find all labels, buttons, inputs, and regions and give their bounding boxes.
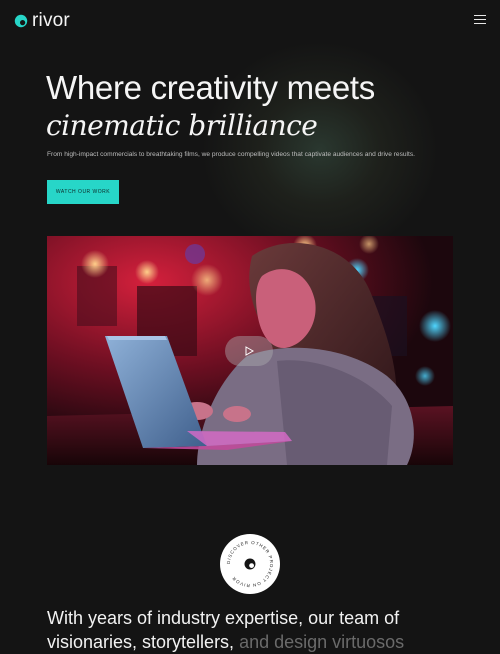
rivor-logo-icon — [14, 14, 28, 28]
about-text-muted: and design virtuosos — [234, 632, 405, 652]
site-header: rivor — [0, 0, 500, 42]
about-text-line-2: visionaries, storytellers, — [47, 632, 235, 652]
about-text-line-1: With years of industry expertise, our te… — [47, 608, 400, 628]
badge-ring: DISCOVER OTHER PROJECT ON RIVOR — [226, 540, 273, 588]
discover-projects-badge[interactable]: DISCOVER OTHER PROJECT ON RIVOR — [220, 534, 280, 594]
brand-logo[interactable]: rivor — [14, 9, 70, 33]
hero-title-line-2: cinematic brilliance — [46, 109, 318, 142]
about-text: With years of industry expertise, our te… — [47, 606, 467, 654]
hero-subtitle: From high-impact commercials to breathta… — [47, 151, 415, 158]
rivor-logo-icon — [244, 558, 256, 570]
play-icon — [245, 346, 254, 356]
brand-name: rivor — [32, 10, 70, 31]
showreel-video[interactable] — [47, 236, 453, 465]
hero-title-line-1: Where creativity meets — [46, 69, 375, 106]
watch-our-work-button[interactable]: WATCH OUR WORK — [47, 180, 119, 204]
play-button[interactable] — [225, 336, 273, 366]
hamburger-menu-icon[interactable] — [474, 14, 486, 26]
